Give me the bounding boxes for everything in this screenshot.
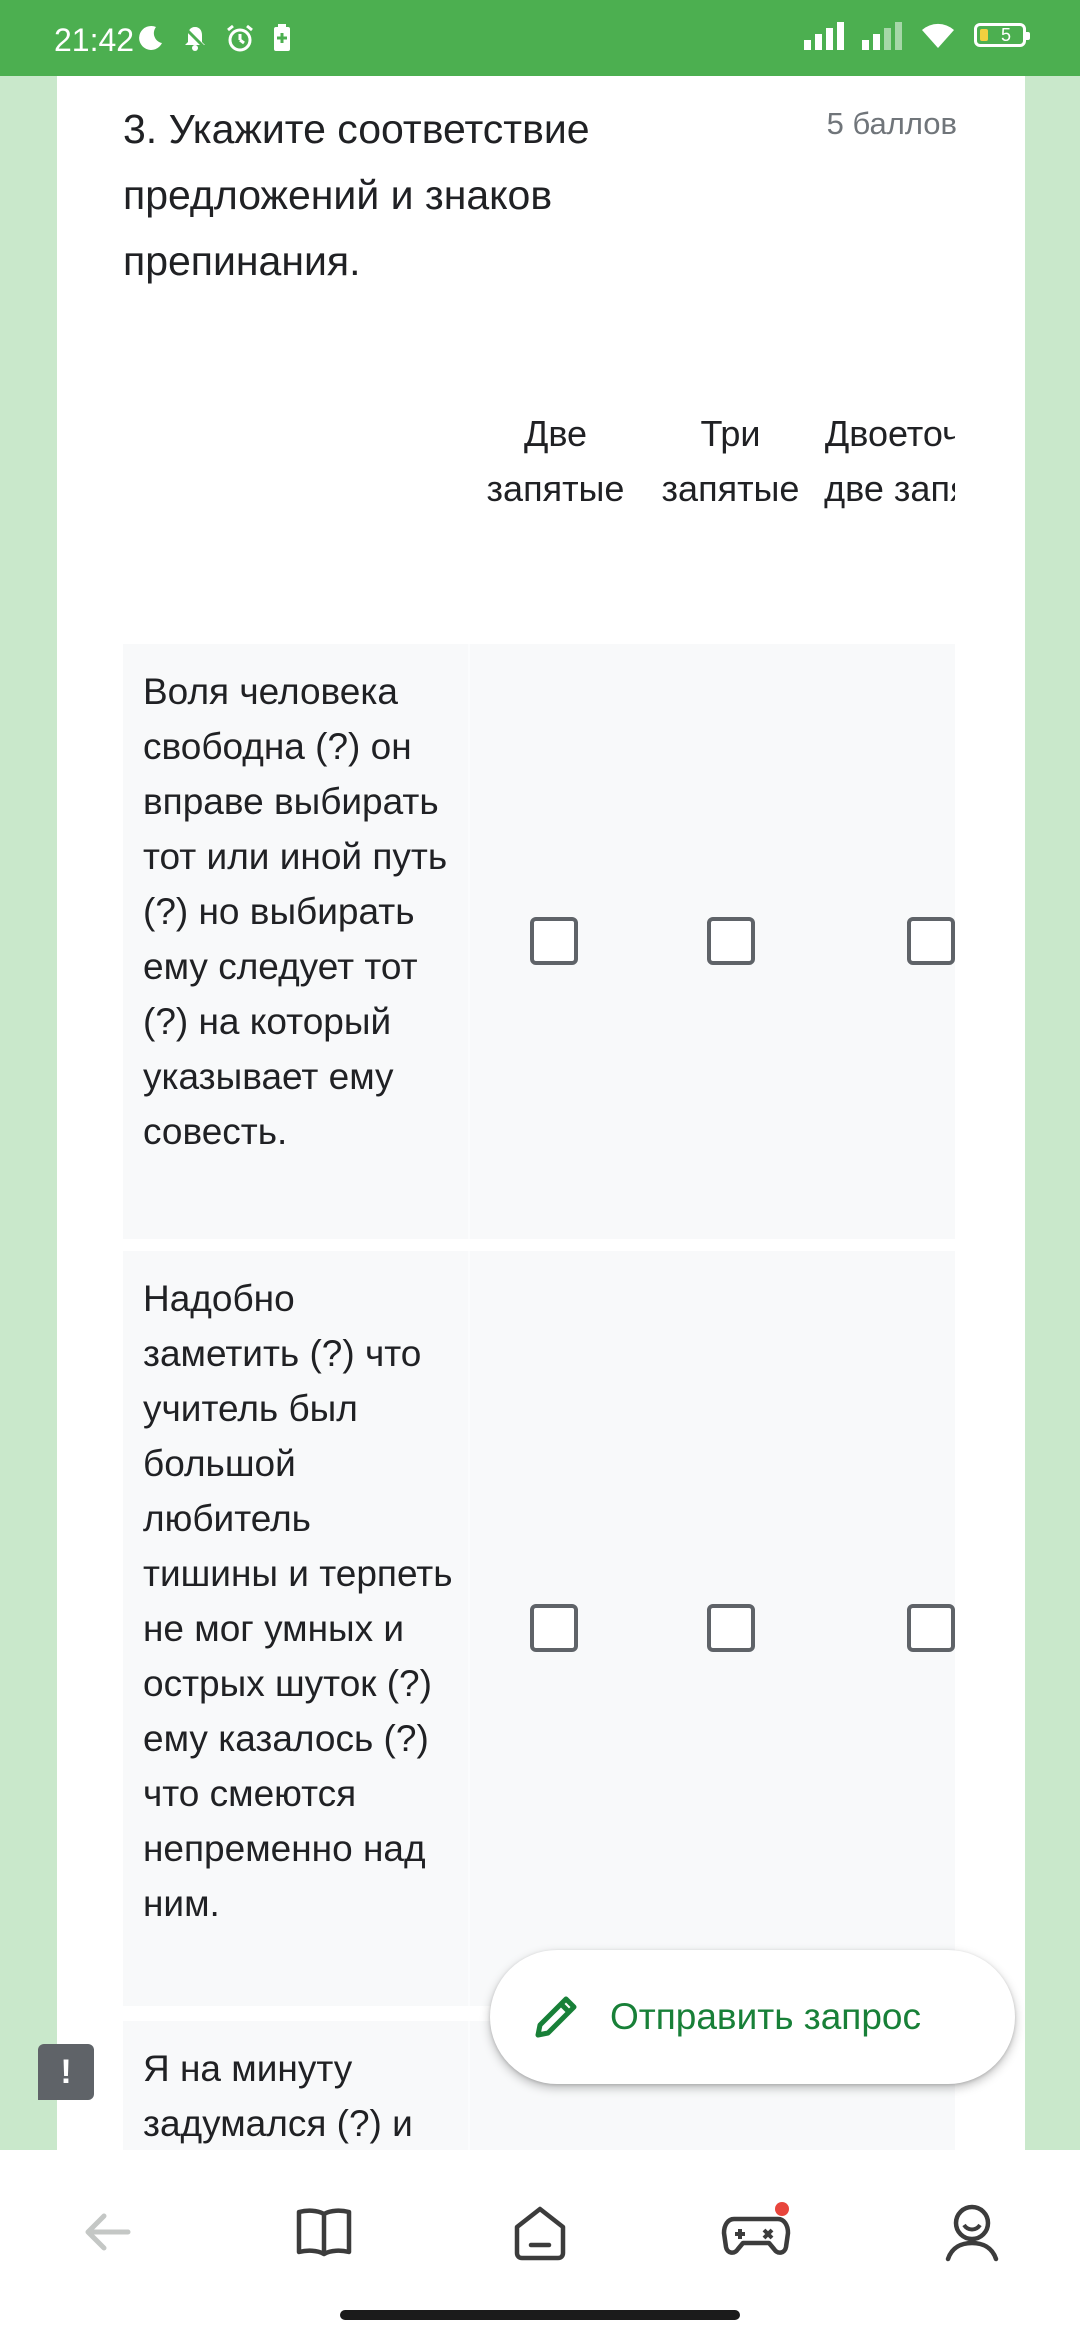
battery-icon: 5 <box>974 23 1030 47</box>
row-label: Надобно заметить (?) что учитель был бол… <box>143 1278 453 1924</box>
column-header: Две запятые <box>486 413 625 509</box>
question-points: 5 баллов <box>826 106 957 141</box>
row-divider <box>468 1251 470 2006</box>
status-time: 21:42 <box>54 22 135 58</box>
battery-level: 5 <box>1000 24 1011 45</box>
pencil-icon <box>535 1996 577 2038</box>
moon-icon <box>139 25 162 50</box>
column-header: Три запятые <box>661 413 800 509</box>
row-divider <box>468 2021 470 2150</box>
status-bar: 21:42 5 <box>0 0 1080 76</box>
report-button[interactable]: ! <box>38 2044 94 2100</box>
battery-saver-icon <box>274 24 290 51</box>
row-label: Я на минуту задумался (?) и (?) когда сн… <box>143 2048 413 2144</box>
home-indicator[interactable] <box>340 2310 740 2320</box>
checkbox-colon-and-two-commas[interactable] <box>907 917 955 965</box>
signal-icon <box>862 20 902 50</box>
status-icons-right: 5 <box>804 20 1030 50</box>
checkbox-colon-and-two-commas[interactable] <box>907 1604 955 1652</box>
submit-request-button[interactable]: Отправить запрос <box>490 1950 1015 2084</box>
alarm-icon <box>227 24 253 52</box>
home-icon[interactable] <box>500 2192 580 2272</box>
back-arrow-icon[interactable] <box>68 2192 148 2272</box>
gamepad-icon[interactable] <box>716 2192 796 2272</box>
profile-icon[interactable] <box>932 2192 1012 2272</box>
bell-off-icon <box>182 25 208 51</box>
row-label: Воля человека свободна (?) он вправе выб… <box>143 671 448 1152</box>
status-icons-left <box>136 22 294 54</box>
wifi-icon <box>922 23 954 48</box>
submit-request-label: Отправить запрос <box>610 1996 921 2037</box>
checkbox-grid[interactable]: Две запятые Три запятые Двоеточие и две … <box>123 346 955 2150</box>
question-card: 3. Укажите соответствие предложений и зн… <box>57 76 1025 2150</box>
column-header: Двоеточие и две запятые <box>824 413 955 509</box>
checkbox-three-commas[interactable] <box>707 1604 755 1652</box>
signal-icon <box>804 20 844 50</box>
book-icon[interactable] <box>284 2192 364 2272</box>
checkbox-three-commas[interactable] <box>707 917 755 965</box>
row-divider <box>468 644 470 1239</box>
checkbox-two-commas[interactable] <box>530 917 578 965</box>
question-title: 3. Укажите соответствие предложений и зн… <box>123 106 590 284</box>
grid-row: Надобно заметить (?) что учитель был бол… <box>123 1251 955 2006</box>
grid-row: Воля человека свободна (?) он вправе выб… <box>123 644 955 1239</box>
checkbox-two-commas[interactable] <box>530 1604 578 1652</box>
